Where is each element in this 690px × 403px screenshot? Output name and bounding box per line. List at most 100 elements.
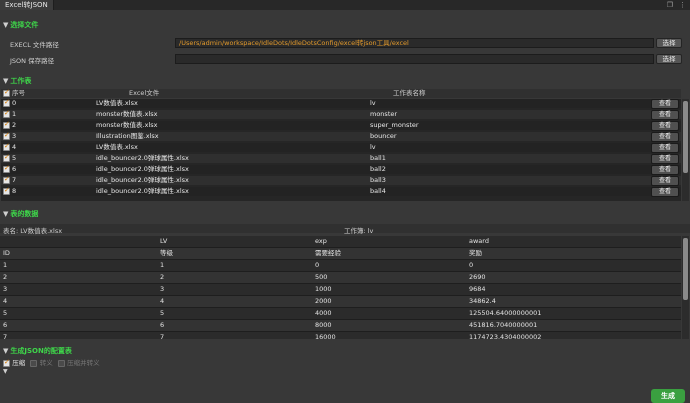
worksheets-header[interactable]: ▼ 工作表 bbox=[3, 76, 31, 86]
worksheet-row[interactable]: 7 idle_bouncer2.0弹球属性.xlsx ball3 查看 bbox=[1, 175, 681, 186]
view-button[interactable]: 查看 bbox=[651, 110, 679, 120]
view-button[interactable]: 查看 bbox=[651, 165, 679, 175]
generate-button[interactable]: 生成 bbox=[651, 389, 685, 403]
collapse-triangle-icon: ▼ bbox=[3, 210, 9, 218]
data-scrollbar[interactable] bbox=[682, 236, 689, 339]
collapse-triangle-icon: ▼ bbox=[3, 21, 9, 29]
row-file: idle_bouncer2.0弹球属性.xlsx bbox=[96, 154, 189, 162]
data-cell: 500 bbox=[315, 273, 328, 281]
data-cell: 451816.7040000001 bbox=[469, 321, 538, 329]
row-file: idle_bouncer2.0弹球属性.xlsx bbox=[96, 165, 189, 173]
select-all-checkbox[interactable] bbox=[3, 88, 10, 97]
view-button[interactable]: 查看 bbox=[651, 132, 679, 142]
row-checkbox[interactable] bbox=[3, 120, 10, 129]
worksheet-row[interactable]: 4 LV数值表.xlsx lv 查看 bbox=[1, 142, 681, 153]
worksheet-row[interactable]: 1 monster数值表.xlsx monster 查看 bbox=[1, 109, 681, 120]
excel-path-field[interactable]: /Users/admin/workspace/IdleDots/IdleDots… bbox=[175, 38, 654, 48]
collapse-triangle-icon[interactable]: ▼ bbox=[3, 368, 8, 375]
data-cell: 2690 bbox=[469, 273, 486, 281]
row-sheet: ball4 bbox=[370, 187, 386, 195]
data-cell: 5 bbox=[160, 309, 165, 317]
choose-excel-button[interactable]: 选择 bbox=[656, 38, 682, 48]
row-file: idle_bouncer2.0弹球属性.xlsx bbox=[96, 187, 189, 195]
header-file: Excel文件 bbox=[129, 89, 160, 97]
data-cell: 125504.64000000001 bbox=[469, 309, 542, 317]
row-index: 4 bbox=[12, 143, 17, 151]
row-file: Illustration图鉴.xlsx bbox=[96, 132, 159, 140]
view-button[interactable]: 查看 bbox=[651, 154, 679, 164]
data-key-row: LV exp award bbox=[0, 236, 681, 247]
data-cell: 3 bbox=[160, 285, 165, 293]
escape-label: 转义 bbox=[39, 359, 53, 367]
data-cell: 34862.4 bbox=[469, 297, 496, 305]
data-cell: 5 bbox=[3, 309, 8, 317]
data-cell: 1174723.4304000002 bbox=[469, 333, 542, 339]
data-cell: 1 bbox=[3, 261, 8, 269]
worksheet-row[interactable]: 0 LV数值表.xlsx lv 查看 bbox=[1, 99, 681, 109]
compress-escape-checkbox[interactable] bbox=[57, 359, 65, 367]
table-row: 2 2 500 2690 bbox=[0, 272, 681, 283]
worksheet-row[interactable]: 8 idle_bouncer2.0弹球属性.xlsx ball4 查看 bbox=[1, 186, 681, 197]
escape-checkbox[interactable] bbox=[30, 359, 38, 367]
restore-icon[interactable]: ❐ bbox=[667, 1, 673, 9]
scrollbar-thumb[interactable] bbox=[683, 238, 688, 300]
worksheet-row[interactable]: 6 idle_bouncer2.0弹球属性.xlsx ball2 查看 bbox=[1, 164, 681, 175]
choose-json-button[interactable]: 选择 bbox=[656, 54, 682, 64]
view-button[interactable]: 查看 bbox=[651, 143, 679, 153]
row-checkbox[interactable] bbox=[3, 131, 10, 140]
data-cell: 4000 bbox=[315, 309, 332, 317]
row-index: 2 bbox=[12, 121, 17, 129]
worksheet-list: 0 LV数值表.xlsx lv 查看 1 monster数值表.xlsx monster 查看… bbox=[1, 99, 681, 201]
row-checkbox[interactable] bbox=[3, 164, 10, 173]
data-cell: 1 bbox=[160, 261, 165, 269]
data-cell: 16000 bbox=[315, 333, 336, 339]
row-sheet: super_monster bbox=[370, 121, 419, 129]
row-file: LV数值表.xlsx bbox=[96, 99, 138, 107]
table-data-header[interactable]: ▼ 表的数据 bbox=[3, 209, 38, 219]
row-checkbox[interactable] bbox=[3, 153, 10, 162]
row-index: 1 bbox=[12, 110, 17, 118]
data-cell: 6 bbox=[160, 321, 165, 329]
view-button[interactable]: 查看 bbox=[651, 99, 679, 109]
data-cell: 3 bbox=[3, 285, 8, 293]
view-button[interactable]: 查看 bbox=[651, 187, 679, 197]
row-sheet: bouncer bbox=[370, 132, 397, 140]
section-title: 选择文件 bbox=[10, 21, 39, 29]
scrollbar-thumb[interactable] bbox=[683, 101, 688, 173]
row-index: 7 bbox=[12, 176, 17, 184]
row-index: 8 bbox=[12, 187, 17, 195]
view-button[interactable]: 查看 bbox=[651, 121, 679, 131]
data-cell: 4 bbox=[3, 297, 8, 305]
row-checkbox[interactable] bbox=[3, 142, 10, 151]
table-row: 1 1 0 0 bbox=[0, 260, 681, 271]
row-checkbox[interactable] bbox=[3, 175, 10, 184]
data-cell: 2 bbox=[3, 273, 8, 281]
collapse-triangle-icon: ▼ bbox=[3, 77, 9, 85]
view-button[interactable]: 查看 bbox=[651, 176, 679, 186]
data-cell: 需要经验 bbox=[315, 249, 341, 257]
json-path-field[interactable] bbox=[175, 54, 654, 64]
table-row: 6 6 8000 451816.7040000001 bbox=[0, 320, 681, 331]
worksheet-row[interactable]: 3 Illustration图鉴.xlsx bouncer 查看 bbox=[1, 131, 681, 142]
data-cell: 9684 bbox=[469, 285, 486, 293]
compress-checkbox[interactable] bbox=[3, 358, 10, 367]
row-file: LV数值表.xlsx bbox=[96, 143, 138, 151]
worksheet-row[interactable]: 2 monster数值表.xlsx super_monster 查看 bbox=[1, 120, 681, 131]
row-checkbox[interactable] bbox=[3, 109, 10, 118]
worksheet-scrollbar[interactable] bbox=[682, 99, 689, 201]
worksheet-row[interactable]: 5 idle_bouncer2.0弹球属性.xlsx ball1 查看 bbox=[1, 153, 681, 164]
json-config-header[interactable]: ▼ 生成JSON的配置表 bbox=[3, 346, 72, 356]
menu-icon[interactable]: ⋮ bbox=[679, 1, 686, 9]
row-sheet: lv bbox=[370, 99, 376, 107]
select-files-header[interactable]: ▼ 选择文件 bbox=[3, 20, 38, 30]
header-index: 序号 bbox=[12, 89, 25, 97]
row-checkbox[interactable] bbox=[3, 99, 10, 107]
row-checkbox[interactable] bbox=[3, 186, 10, 195]
compress-escape-label: 压缩并转义 bbox=[67, 359, 100, 367]
data-cell: award bbox=[469, 237, 489, 245]
window-tab[interactable]: Excel转JSON bbox=[0, 0, 54, 10]
data-cell: LV bbox=[160, 237, 168, 245]
table-name: 表名: LV数值表.xlsx bbox=[3, 227, 63, 235]
data-cell: 7 bbox=[3, 333, 8, 339]
excel-path-label: EXECL 文件路径 bbox=[10, 41, 59, 49]
